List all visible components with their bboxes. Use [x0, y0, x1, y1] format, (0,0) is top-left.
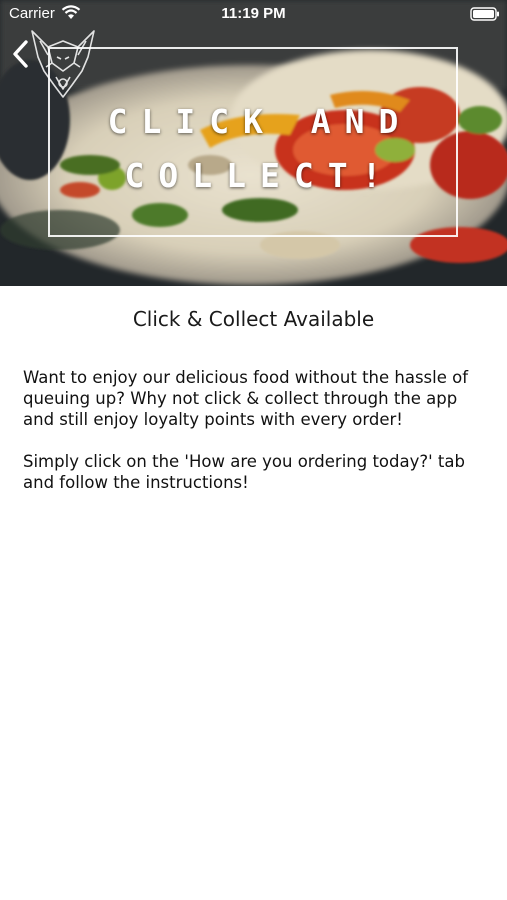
chevron-left-icon [13, 40, 28, 68]
page-title: Click & Collect Available [132, 307, 375, 331]
intro-paragraph: Want to enjoy our delicious food without… [23, 368, 469, 429]
instructions-paragraph: Simply click on the 'How are you orderin… [23, 452, 465, 492]
banner-headline: CLICK AND COLLECT! [48, 95, 458, 203]
back-button[interactable] [8, 38, 34, 70]
wolf-logo-icon [26, 27, 100, 104]
battery-icon [470, 7, 500, 25]
banner-line-2: COLLECT! [124, 156, 396, 195]
banner-line-1: CLICK AND [107, 102, 413, 141]
status-bar: Carrier 11:19 PM [0, 0, 507, 28]
status-time: 11:19 PM [221, 5, 286, 22]
content-body: Want to enjoy our delicious food without… [23, 367, 493, 514]
hero-banner: CLICK AND COLLECT! Carrier 11:19 PM [0, 0, 507, 286]
